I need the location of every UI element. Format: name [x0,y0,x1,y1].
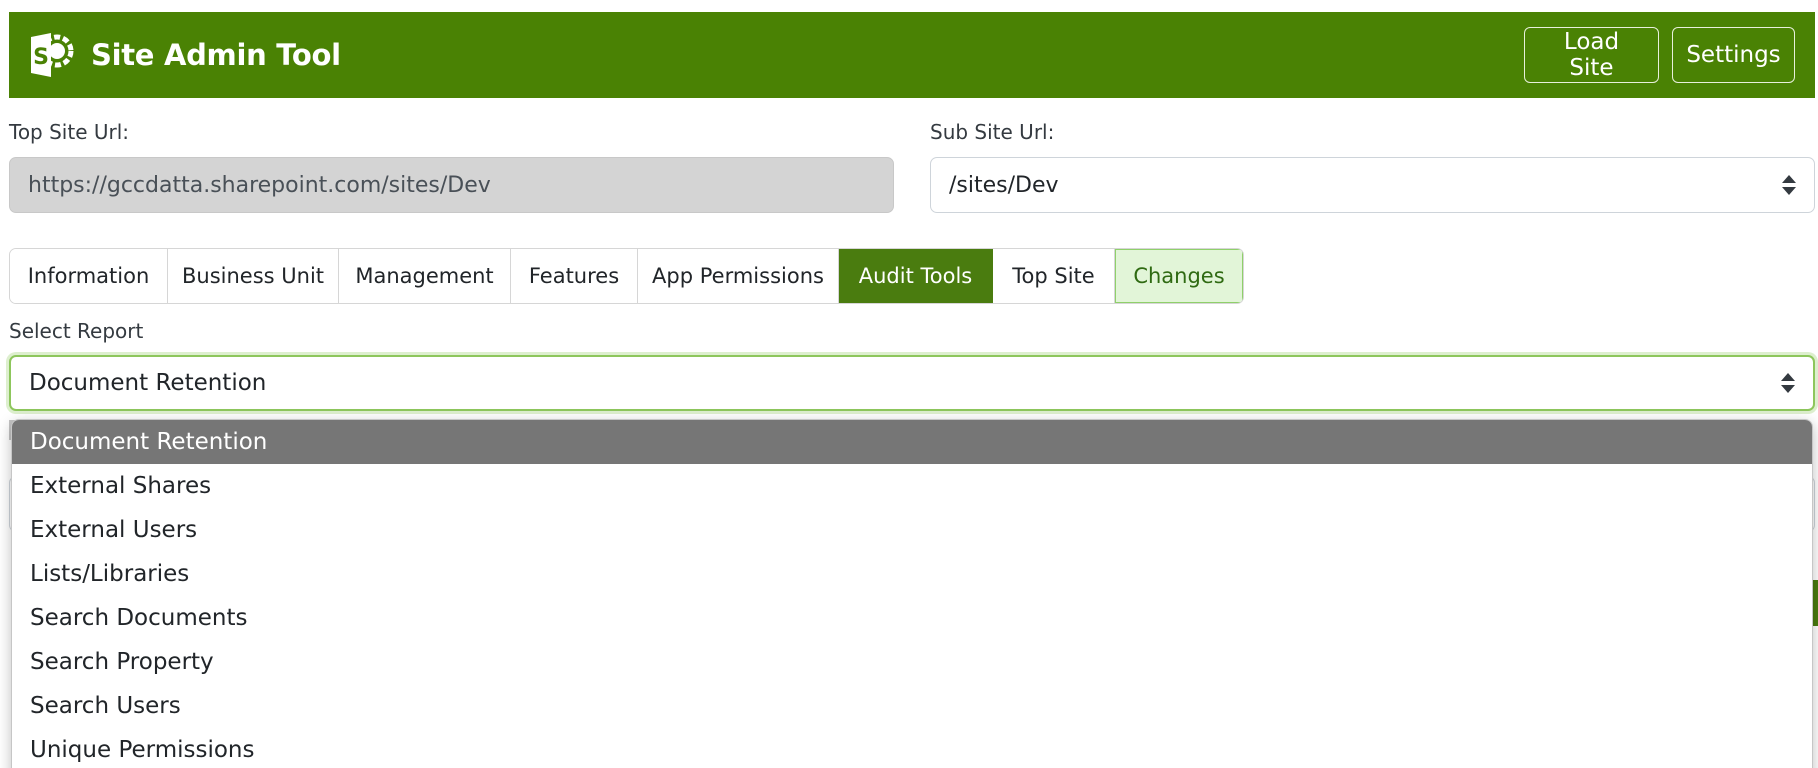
sharepoint-logo-icon: S [27,31,77,79]
select-report-dropdown[interactable]: Document Retention [9,355,1815,411]
option-external-shares[interactable]: External Shares [12,464,1812,508]
option-unique-permissions[interactable]: Unique Permissions [12,728,1812,768]
top-site-url-input[interactable]: https://gccdatta.sharepoint.com/sites/De… [9,157,894,213]
select-report-value: Document Retention [29,370,267,396]
option-search-property[interactable]: Search Property [12,640,1812,684]
sub-site-url-value: /sites/Dev [949,172,1059,198]
tab-audit-tools[interactable]: Audit Tools [839,249,993,303]
svg-text:S: S [33,45,49,70]
tab-information[interactable]: Information [10,249,168,303]
tab-app-permissions[interactable]: App Permissions [638,249,839,303]
option-document-retention[interactable]: Document Retention [12,420,1812,464]
page: S Site Admin Tool Load Site Settings Top… [0,0,1818,768]
top-site-url-value: https://gccdatta.sharepoint.com/sites/De… [28,172,491,198]
app-title: Site Admin Tool [91,38,341,72]
option-search-users[interactable]: Search Users [12,684,1812,728]
tab-features[interactable]: Features [511,249,638,303]
app-header: S Site Admin Tool Load Site Settings [9,12,1815,98]
tab-business-unit[interactable]: Business Unit [168,249,339,303]
tab-bar: Information Business Unit Management Fea… [9,248,1244,304]
tab-management[interactable]: Management [339,249,511,303]
sub-site-url-label: Sub Site Url: [930,120,1055,144]
option-lists-libraries[interactable]: Lists/Libraries [12,552,1812,596]
report-options-list: Document Retention External Shares Exter… [11,419,1813,768]
select-arrows-icon [1782,175,1796,195]
select-arrows-icon [1781,373,1795,393]
tab-changes[interactable]: Changes [1115,249,1243,303]
option-search-documents[interactable]: Search Documents [12,596,1812,640]
tab-top-site[interactable]: Top Site [993,249,1115,303]
brand: S Site Admin Tool [27,31,341,79]
sub-site-url-select[interactable]: /sites/Dev [930,157,1815,213]
settings-button[interactable]: Settings [1672,27,1795,83]
load-site-button[interactable]: Load Site [1524,27,1659,83]
option-external-users[interactable]: External Users [12,508,1812,552]
select-report-label: Select Report [9,319,144,343]
top-site-url-label: Top Site Url: [9,120,130,144]
header-buttons: Load Site Settings [1524,27,1795,83]
